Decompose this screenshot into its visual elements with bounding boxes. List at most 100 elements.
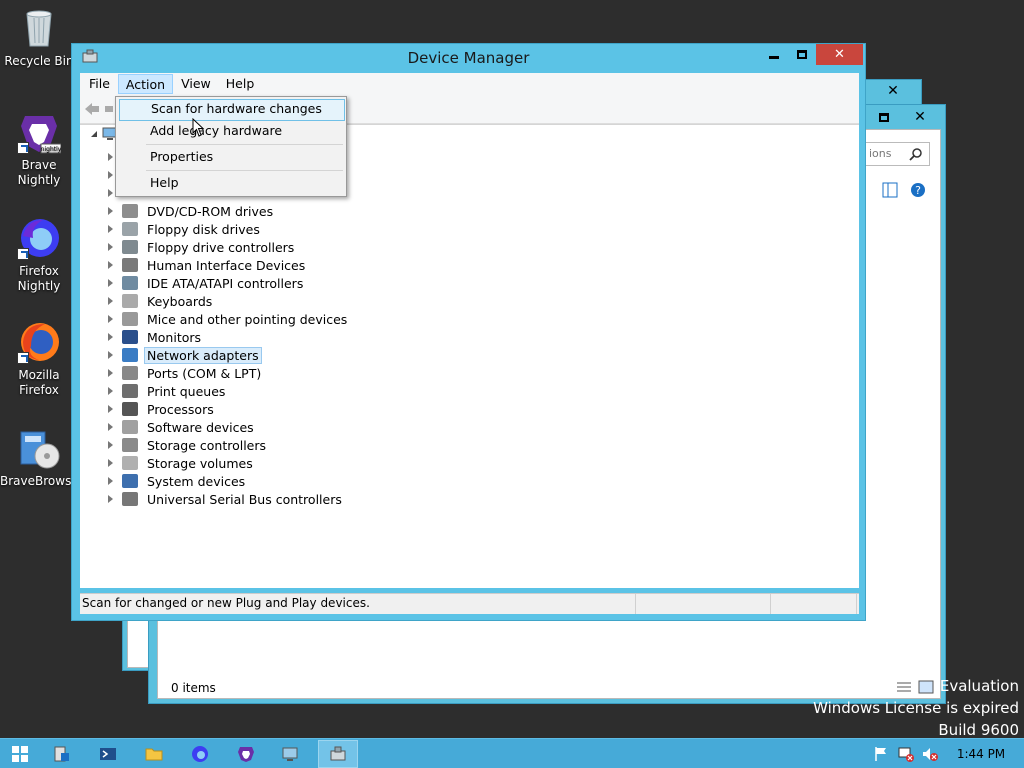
maximize-button[interactable] (788, 44, 816, 65)
menu-item-add-legacy-hardware[interactable]: Add legacy hardware (119, 121, 345, 143)
expand-arrow-icon[interactable] (108, 261, 114, 269)
expand-arrow-icon[interactable] (108, 189, 114, 197)
close-icon[interactable]: ✕ (878, 81, 908, 101)
tree-row[interactable]: Floppy drive controllers (108, 238, 297, 256)
status-cell-3 (771, 594, 857, 614)
computer-management-icon (282, 747, 298, 761)
expand-arrow-icon[interactable] (108, 387, 114, 395)
collapse-root-icon[interactable] (90, 130, 98, 138)
tree-row[interactable]: Mice and other pointing devices (108, 310, 350, 328)
expand-arrow-icon[interactable] (108, 351, 114, 359)
expand-arrow-icon[interactable] (108, 171, 114, 179)
tree-row-label: Monitors (147, 329, 202, 345)
tree-row[interactable]: Ports (COM & LPT) (108, 364, 264, 382)
tree-row[interactable]: Universal Serial Bus controllers (108, 490, 345, 508)
taskbar-device-manager[interactable] (318, 740, 358, 768)
recycle-bin-icon (17, 6, 61, 50)
expand-arrow-icon[interactable] (108, 297, 114, 305)
expand-arrow-icon[interactable] (108, 333, 114, 341)
preview-pane-icon[interactable] (882, 182, 898, 198)
expand-arrow-icon[interactable] (108, 207, 114, 215)
tree-row[interactable]: Processors (108, 400, 217, 418)
firefox-icon (17, 320, 61, 364)
search-icon[interactable] (909, 147, 923, 161)
tree-row-label: Universal Serial Bus controllers (147, 491, 342, 507)
action-center-flag-icon[interactable] (873, 746, 889, 762)
tree-row[interactable]: System devices (108, 472, 248, 490)
taskbar-clock[interactable]: 1:44 PM (950, 739, 1012, 768)
tree-row[interactable]: DVD/CD-ROM drives (108, 202, 276, 220)
taskbar-file-explorer[interactable] (134, 740, 174, 768)
tree-row-label: Print queues (147, 383, 226, 399)
expand-arrow-icon[interactable] (108, 459, 114, 467)
expand-arrow-icon[interactable] (108, 153, 114, 161)
expand-arrow-icon[interactable] (108, 243, 114, 251)
license-watermark: Evaluation Windows License is expired Bu… (813, 675, 1019, 741)
tree-row[interactable]: Human Interface Devices (108, 256, 308, 274)
minimize-button[interactable] (760, 44, 788, 65)
tree-row[interactable]: IDE ATA/ATAPI controllers (108, 274, 306, 292)
menu-help[interactable]: Help (219, 74, 262, 94)
desktop-icon-bravebrowser[interactable]: BraveBrows... (0, 426, 83, 489)
device-category-icon (122, 456, 138, 470)
network-error-icon[interactable] (898, 746, 914, 762)
expand-arrow-icon[interactable] (108, 441, 114, 449)
menu-item-help[interactable]: Help (119, 173, 345, 195)
expand-arrow-icon[interactable] (108, 369, 114, 377)
start-button[interactable] (0, 740, 40, 768)
desktop-icon-mozilla-firefox[interactable]: Mozilla Firefox (0, 320, 78, 398)
desktop-icon-brave-nightly[interactable]: nightly Brave Nightly (0, 110, 78, 188)
tree-row[interactable]: Network adapters (108, 346, 262, 364)
tree-row-label: Floppy drive controllers (147, 239, 295, 255)
items-count: 0 items (171, 681, 216, 695)
device-category-icon (122, 240, 138, 254)
tree-row-label: IDE ATA/ATAPI controllers (147, 275, 304, 291)
status-bar: Scan for changed or new Plug and Play de… (80, 593, 859, 614)
mouse-cursor-icon (192, 118, 205, 137)
expand-arrow-icon[interactable] (108, 423, 114, 431)
back-arrow-icon[interactable] (83, 101, 101, 117)
installer-icon (17, 426, 61, 470)
tree-row-label: Floppy disk drives (147, 221, 260, 237)
tree-row[interactable]: Storage volumes (108, 454, 256, 472)
search-input[interactable]: ions (869, 147, 892, 160)
expand-arrow-icon[interactable] (108, 315, 114, 323)
expand-arrow-icon[interactable] (108, 225, 114, 233)
tree-row-label: Storage volumes (147, 455, 253, 471)
expand-arrow-icon[interactable] (108, 279, 114, 287)
tree-row[interactable]: Floppy disk drives (108, 220, 263, 238)
desktop-icon-firefox-nightly[interactable]: Firefox Nightly (0, 216, 78, 294)
desktop-icon-recycle-bin[interactable]: Recycle Bin (0, 6, 78, 69)
expand-arrow-icon[interactable] (108, 477, 114, 485)
maximize-icon[interactable] (869, 107, 899, 127)
taskbar-server-manager[interactable] (42, 740, 82, 768)
taskbar-brave[interactable] (226, 740, 266, 768)
shortcut-arrow-icon (17, 352, 29, 364)
menu-item-properties[interactable]: Properties (119, 147, 345, 169)
menu-view[interactable]: View (174, 74, 218, 94)
device-category-icon (122, 402, 138, 416)
windows-logo-icon (12, 746, 28, 762)
menu-file[interactable]: File (82, 74, 117, 94)
firefox-nightly-icon (192, 746, 208, 762)
close-button[interactable]: ✕ (816, 44, 863, 65)
taskbar-powershell[interactable] (88, 740, 128, 768)
desktop-icon-label: Brave Nightly (17, 158, 61, 187)
close-icon[interactable]: ✕ (905, 107, 935, 127)
status-text: Scan for changed or new Plug and Play de… (80, 594, 636, 614)
taskbar-firefox-nightly[interactable] (180, 740, 220, 768)
taskbar-computer-management[interactable] (270, 740, 310, 768)
menu-item-scan-hardware[interactable]: Scan for hardware changes (119, 99, 345, 121)
menu-action[interactable]: Action (117, 74, 174, 94)
help-icon[interactable]: ? (910, 182, 926, 198)
tree-row[interactable]: Keyboards (108, 292, 215, 310)
svg-text:?: ? (915, 184, 921, 197)
tree-row[interactable]: Software devices (108, 418, 257, 436)
expand-arrow-icon[interactable] (108, 405, 114, 413)
volume-muted-icon[interactable] (922, 746, 938, 762)
brave-icon (238, 747, 254, 762)
tree-row[interactable]: Print queues (108, 382, 228, 400)
tree-row[interactable]: Storage controllers (108, 436, 269, 454)
tree-row[interactable]: Monitors (108, 328, 204, 346)
expand-arrow-icon[interactable] (108, 495, 114, 503)
